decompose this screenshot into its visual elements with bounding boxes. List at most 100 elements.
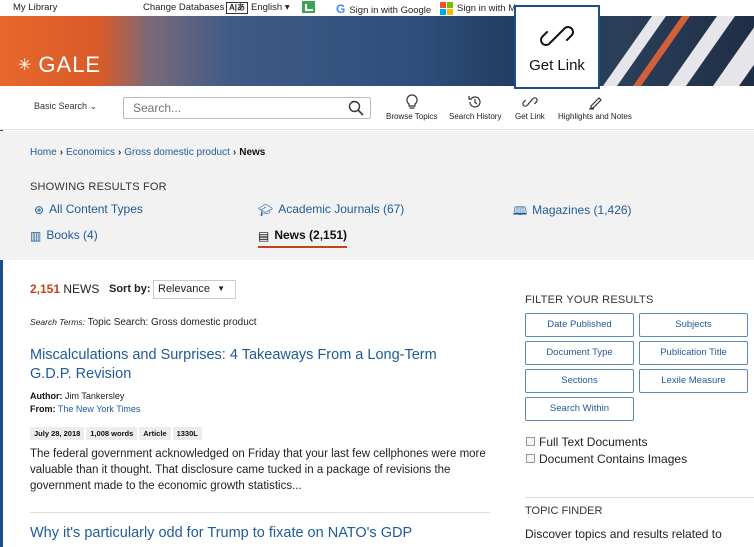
checkbox-full-text-label: Full Text Documents bbox=[539, 435, 648, 449]
checkbox-contains-images-label: Document Contains Images bbox=[539, 452, 688, 466]
content-type-magazines-label: Magazines (1,426) bbox=[532, 203, 632, 217]
source-link[interactable]: The New York Times bbox=[58, 404, 141, 414]
search-input[interactable] bbox=[124, 98, 344, 118]
result-divider bbox=[30, 512, 490, 513]
gale-logo-text: GALE bbox=[38, 52, 102, 77]
content-type-books-label: Books (4) bbox=[46, 228, 98, 242]
caret-down-icon: ▼ bbox=[217, 284, 225, 293]
filter-date-published[interactable]: Date Published bbox=[525, 313, 634, 337]
checkbox-full-text[interactable]: Full Text Documents bbox=[526, 435, 648, 449]
newspaper-icon: ▤ bbox=[258, 229, 270, 243]
result-tags: July 28, 2018 1,008 words Article 1330L bbox=[30, 427, 204, 440]
sort-dropdown[interactable]: Relevance ▼ bbox=[153, 280, 236, 299]
results-header: Home › Economics › Gross domestic product › Ne… bbox=[0, 131, 754, 260]
filter-lexile-measure[interactable]: Lexile Measure bbox=[639, 369, 748, 393]
microsoft-icon bbox=[440, 2, 453, 15]
google-classroom-icon bbox=[302, 1, 315, 13]
topic-finder-text: Discover topics and results related to bbox=[525, 527, 722, 541]
breadcrumb-current: News bbox=[239, 147, 266, 158]
chevron-down-icon: ⌄ bbox=[89, 101, 98, 111]
translate-icon: A|あ bbox=[226, 2, 249, 14]
filter-publication-title[interactable]: Publication Title bbox=[639, 341, 748, 365]
get-link-button[interactable]: Get Link bbox=[515, 94, 545, 121]
content-type-all-label: All Content Types bbox=[49, 202, 143, 216]
search-box bbox=[123, 97, 371, 119]
filter-sections[interactable]: Sections bbox=[525, 369, 634, 393]
tag-lexile: 1330L bbox=[172, 427, 202, 440]
tag-doc-type: Article bbox=[139, 427, 171, 440]
results-count-label: NEWS bbox=[63, 282, 100, 296]
author-name: Jim Tankersley bbox=[65, 391, 125, 401]
my-library-link[interactable]: My Library bbox=[13, 2, 57, 13]
search-mode-dropdown[interactable]: Basic Search ⌄ bbox=[34, 101, 97, 112]
open-book-icon: 🕮︎ bbox=[513, 204, 528, 218]
search-history-label: Search History bbox=[449, 112, 502, 121]
get-link-label: Get Link bbox=[515, 112, 545, 121]
search-history-button[interactable]: Search History bbox=[449, 94, 501, 121]
content-type-news[interactable]: ▤ News (2,151) bbox=[258, 228, 348, 248]
google-classroom-button[interactable] bbox=[302, 1, 315, 13]
search-mode-label: Basic Search bbox=[34, 101, 88, 111]
language-selector[interactable]: A|あ English ▾ bbox=[226, 2, 290, 14]
breadcrumb-home[interactable]: Home bbox=[30, 147, 57, 158]
highlighter-icon bbox=[588, 97, 602, 110]
breadcrumb-gdp[interactable]: Gross domestic product bbox=[124, 147, 230, 158]
search-icon[interactable] bbox=[348, 100, 364, 116]
header-banner: ✳ GALE bbox=[0, 16, 754, 86]
topic-finder-heading: TOPIC FINDER bbox=[525, 505, 603, 517]
filter-subjects[interactable]: Subjects bbox=[639, 313, 748, 337]
filter-heading: FILTER YOUR RESULTS bbox=[525, 294, 654, 306]
content-type-all[interactable]: ⊛ All Content Types bbox=[34, 202, 143, 217]
checkbox-box[interactable] bbox=[526, 454, 535, 463]
sign-in-microsoft-label: Sign in with M bbox=[457, 3, 517, 15]
utility-bar: My Library Change Databases A|あ English ▾… bbox=[0, 0, 754, 16]
sort-value: Relevance bbox=[158, 283, 210, 295]
content-type-academic[interactable]: 🎓︎ Academic Journals (67) bbox=[258, 202, 404, 217]
google-icon: G bbox=[336, 2, 346, 16]
content-type-news-label: News (2,151) bbox=[274, 228, 348, 242]
result-title-1[interactable]: Miscalculations and Surprises: 4 Takeawa… bbox=[30, 346, 470, 384]
content-type-books[interactable]: ▥ Books (4) bbox=[30, 228, 98, 243]
results-count: 2,151 NEWS bbox=[30, 282, 99, 296]
gale-star-icon: ✳ bbox=[18, 57, 33, 74]
results-count-number: 2,151 bbox=[30, 282, 61, 296]
breadcrumb-economics[interactable]: Economics bbox=[66, 147, 115, 158]
search-terms-value: Topic Search: Gross domestic product bbox=[87, 317, 257, 328]
sign-in-microsoft-link[interactable]: Sign in with M bbox=[440, 2, 516, 15]
filter-divider bbox=[525, 497, 754, 498]
checkbox-contains-images[interactable]: Document Contains Images bbox=[526, 452, 687, 466]
content-type-magazines[interactable]: 🕮︎ Magazines (1,426) bbox=[513, 202, 632, 223]
get-link-callout[interactable]: Get Link bbox=[514, 5, 600, 89]
get-link-callout-label: Get Link bbox=[529, 57, 585, 74]
browse-topics-label: Browse Topics bbox=[386, 112, 438, 121]
gale-logo[interactable]: ✳ GALE bbox=[18, 52, 101, 78]
search-terms-label: Search Terms: bbox=[30, 317, 85, 327]
result-author: Author: Jim Tankersley bbox=[30, 391, 124, 401]
author-label: Author: bbox=[30, 391, 63, 401]
language-label: English bbox=[251, 2, 283, 13]
tag-word-count: 1,008 words bbox=[86, 427, 138, 440]
checkbox-box[interactable] bbox=[526, 437, 535, 446]
tag-date: July 28, 2018 bbox=[30, 427, 85, 440]
mortarboard-icon: 🎓︎ bbox=[258, 203, 274, 217]
filter-search-within[interactable]: Search Within bbox=[525, 397, 634, 421]
content-type-academic-label: Academic Journals (67) bbox=[278, 202, 405, 216]
result-title-2[interactable]: Why it's particularly odd for Trump to f… bbox=[30, 524, 500, 543]
books-icon: ▥ bbox=[30, 229, 42, 243]
sign-in-google-link[interactable]: G Sign in with Google bbox=[336, 2, 431, 16]
sign-in-google-label: Sign in with Google bbox=[349, 5, 432, 16]
highlights-notes-button[interactable]: Highlights and Notes bbox=[558, 94, 632, 121]
result-snippet: The federal government acknowledged on F… bbox=[30, 448, 486, 492]
from-label: From: bbox=[30, 404, 56, 414]
sort-label: Sort by: bbox=[109, 283, 151, 295]
filter-document-type[interactable]: Document Type bbox=[525, 341, 634, 365]
highlights-notes-label: Highlights and Notes bbox=[558, 112, 632, 121]
change-databases-link[interactable]: Change Databases bbox=[143, 2, 224, 13]
globe-icon: ⊛ bbox=[34, 203, 45, 217]
history-icon bbox=[468, 96, 481, 108]
browse-topics-button[interactable]: Browse Topics bbox=[386, 94, 437, 121]
breadcrumb: Home › Economics › Gross domestic product › Ne… bbox=[30, 147, 266, 158]
result-source: From: The New York Times bbox=[30, 404, 140, 414]
showing-results-heading: SHOWING RESULTS FOR bbox=[30, 181, 167, 193]
link-icon bbox=[522, 97, 538, 107]
